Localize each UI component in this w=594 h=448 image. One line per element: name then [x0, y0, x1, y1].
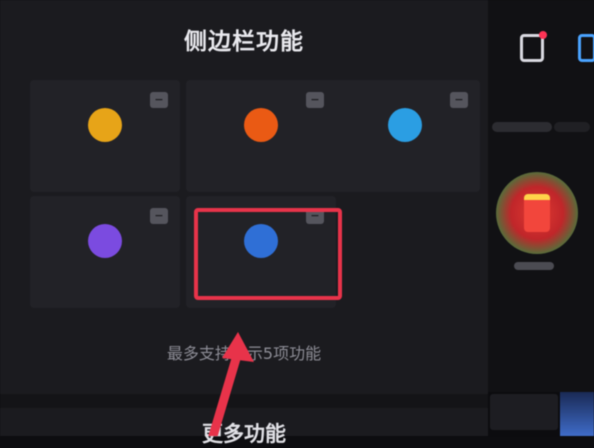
placeholder-bar — [492, 122, 552, 132]
phone-icon[interactable] — [578, 34, 594, 62]
bottom-thumbnail — [560, 392, 594, 436]
messages-icon[interactable] — [520, 31, 547, 62]
background-live-view — [488, 0, 594, 436]
red-packet-label — [514, 262, 554, 270]
bottom-tile — [490, 394, 558, 430]
red-packet-icon[interactable] — [496, 172, 578, 254]
placeholder-bar — [554, 122, 590, 132]
